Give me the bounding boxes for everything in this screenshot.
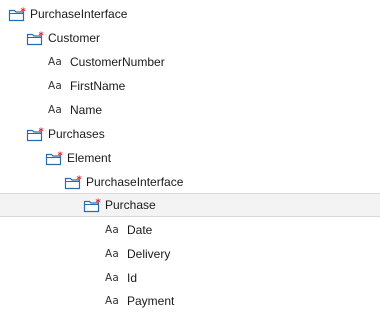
tree-node-label: PurchaseInterface	[86, 175, 184, 189]
tree-node-label: Name	[70, 103, 103, 117]
tree-node-name[interactable]: Aa Name	[0, 98, 380, 122]
tree-node-id[interactable]: Aa Id	[0, 266, 380, 290]
tree-node-customernumber[interactable]: Aa CustomerNumber	[0, 50, 380, 74]
folder-asterisk-icon: *	[83, 198, 102, 212]
tree-node-label: Element	[67, 151, 112, 165]
svg-text:*: *	[39, 31, 45, 42]
tree-node-purchase[interactable]: * Purchase	[0, 193, 380, 217]
svg-text:*: *	[39, 127, 45, 138]
tree-node-date[interactable]: Aa Date	[0, 218, 380, 242]
tree-node-label: Purchase	[105, 198, 156, 212]
folder-asterisk-icon: *	[26, 127, 45, 141]
folder-asterisk-icon: *	[64, 175, 83, 189]
folder-asterisk-icon: *	[8, 7, 27, 21]
tree-node-delivery[interactable]: Aa Delivery	[0, 242, 380, 266]
tree-node-element[interactable]: * Element	[0, 146, 380, 170]
text-type-icon: Aa	[48, 80, 63, 92]
tree-node-label: FirstName	[70, 79, 126, 93]
tree-node-firstname[interactable]: Aa FirstName	[0, 74, 380, 98]
folder-asterisk-icon: *	[26, 31, 45, 45]
tree-node-label: Date	[127, 223, 153, 237]
tree-node-label: Id	[127, 271, 138, 285]
text-type-icon: Aa	[105, 224, 120, 236]
schema-tree: * PurchaseInterface * Customer Aa Custom…	[0, 0, 380, 313]
svg-text:*: *	[21, 7, 27, 18]
svg-text:*: *	[96, 198, 102, 209]
folder-asterisk-icon: *	[45, 151, 64, 165]
tree-node-purchaseinterface-root[interactable]: * PurchaseInterface	[0, 2, 380, 26]
text-type-icon: Aa	[105, 272, 120, 284]
svg-text:*: *	[58, 151, 64, 162]
text-type-icon: Aa	[105, 248, 120, 260]
tree-node-label: Payment	[127, 294, 175, 308]
tree-node-label: Purchases	[48, 127, 105, 141]
tree-node-label: PurchaseInterface	[30, 7, 128, 21]
tree-node-label: Customer	[48, 31, 101, 45]
tree-node-label: CustomerNumber	[70, 55, 165, 69]
svg-text:*: *	[77, 175, 83, 186]
tree-node-label: Delivery	[127, 247, 171, 261]
text-type-icon: Aa	[48, 104, 63, 116]
tree-node-customer[interactable]: * Customer	[0, 26, 380, 50]
text-type-icon: Aa	[48, 56, 63, 68]
tree-node-payment[interactable]: Aa Payment	[0, 289, 380, 313]
tree-node-purchaseinterface-nested[interactable]: * PurchaseInterface	[0, 170, 380, 194]
tree-node-purchases[interactable]: * Purchases	[0, 122, 380, 146]
text-type-icon: Aa	[105, 295, 120, 307]
